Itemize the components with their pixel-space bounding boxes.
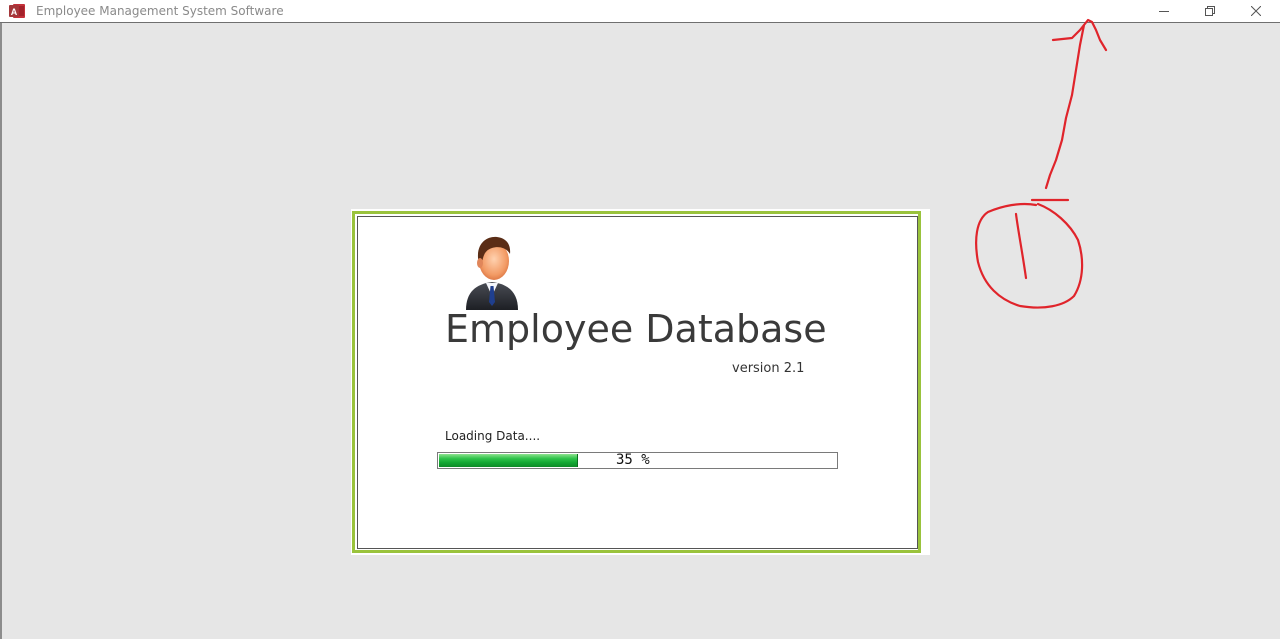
loading-progress-bar: 35 % xyxy=(437,452,838,469)
window-left-border xyxy=(0,23,2,639)
progress-percent: 35 % xyxy=(616,452,650,468)
minimize-icon xyxy=(1159,6,1169,16)
businessman-icon xyxy=(464,234,520,312)
progress-fill xyxy=(439,454,578,467)
window-title: Employee Management System Software xyxy=(36,4,284,18)
access-app-icon: A xyxy=(9,3,26,19)
version-label: version 2.1 xyxy=(732,361,805,376)
arrow-icon xyxy=(1044,18,1108,190)
restore-icon xyxy=(1205,6,1215,16)
app-window: A Employee Management System Software Em… xyxy=(0,0,1280,639)
loading-label: Loading Data.... xyxy=(445,429,541,443)
close-icon xyxy=(1251,6,1261,16)
app-title: Employee Database xyxy=(445,307,827,351)
title-bar[interactable]: A Employee Management System Software xyxy=(0,0,1280,23)
close-button[interactable] xyxy=(1233,0,1279,22)
splash-screen: Employee Database version 2.1 Loading Da… xyxy=(351,209,930,555)
splash-inner-frame xyxy=(357,216,918,549)
minimize-button[interactable] xyxy=(1141,0,1187,22)
circled-number-icon xyxy=(975,198,1084,309)
restore-button[interactable] xyxy=(1187,0,1233,22)
hand-drawn-annotation xyxy=(975,18,1108,309)
svg-text:A: A xyxy=(11,7,18,17)
